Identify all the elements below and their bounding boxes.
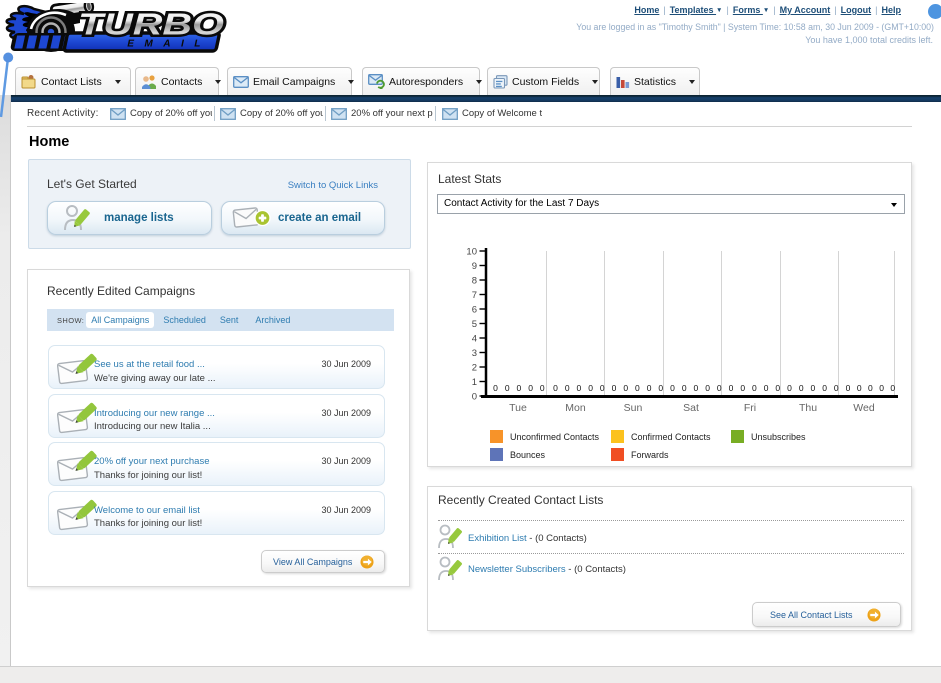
svg-text:0: 0 <box>890 383 895 393</box>
svg-text:0: 0 <box>565 383 570 393</box>
svg-text:0: 0 <box>635 383 640 393</box>
svg-text:0: 0 <box>752 383 757 393</box>
svg-text:0: 0 <box>834 383 839 393</box>
svg-text:0: 0 <box>764 383 769 393</box>
svg-text:Fri: Fri <box>744 402 756 414</box>
svg-text:1: 1 <box>472 377 477 388</box>
svg-text:0: 0 <box>647 383 652 393</box>
svg-text:5: 5 <box>472 319 477 330</box>
svg-text:0: 0 <box>775 383 780 393</box>
svg-text:2: 2 <box>472 363 477 374</box>
svg-text:0: 0 <box>705 383 710 393</box>
svg-text:Mon: Mon <box>565 402 586 414</box>
svg-text:0: 0 <box>658 383 663 393</box>
svg-text:3: 3 <box>472 348 477 359</box>
svg-text:0: 0 <box>740 383 745 393</box>
svg-text:0: 0 <box>729 383 734 393</box>
svg-text:0: 0 <box>528 383 533 393</box>
svg-text:6: 6 <box>472 305 477 316</box>
svg-text:10: 10 <box>466 247 477 258</box>
svg-text:0: 0 <box>682 383 687 393</box>
svg-text:0: 0 <box>612 383 617 393</box>
svg-text:0: 0 <box>577 383 582 393</box>
svg-text:9: 9 <box>472 261 477 272</box>
svg-text:7: 7 <box>472 290 477 301</box>
svg-text:Thu: Thu <box>799 402 817 414</box>
svg-text:4: 4 <box>472 334 477 345</box>
svg-text:8: 8 <box>472 276 477 287</box>
svg-text:Sat: Sat <box>683 402 699 414</box>
svg-text:0: 0 <box>868 383 873 393</box>
svg-text:0: 0 <box>623 383 628 393</box>
svg-text:Wed: Wed <box>853 402 875 414</box>
svg-text:0: 0 <box>517 383 522 393</box>
svg-text:0: 0 <box>472 392 477 403</box>
svg-text:0: 0 <box>799 383 804 393</box>
svg-text:0: 0 <box>822 383 827 393</box>
svg-text:0: 0 <box>588 383 593 393</box>
svg-text:0: 0 <box>540 383 545 393</box>
svg-text:0: 0 <box>553 383 558 393</box>
svg-text:Tue: Tue <box>509 402 527 414</box>
svg-text:0: 0 <box>811 383 816 393</box>
svg-text:TURBO: TURBO <box>78 7 224 42</box>
svg-text:0: 0 <box>846 383 851 393</box>
svg-text:0: 0 <box>694 383 699 393</box>
svg-text:0: 0 <box>857 383 862 393</box>
svg-text:Sun: Sun <box>624 402 643 414</box>
svg-text:0: 0 <box>600 383 605 393</box>
svg-text:0: 0 <box>505 383 510 393</box>
svg-text:0: 0 <box>879 383 884 393</box>
svg-text:0: 0 <box>717 383 722 393</box>
svg-text:0: 0 <box>493 383 498 393</box>
svg-text:0: 0 <box>787 383 792 393</box>
svg-text:0: 0 <box>670 383 675 393</box>
